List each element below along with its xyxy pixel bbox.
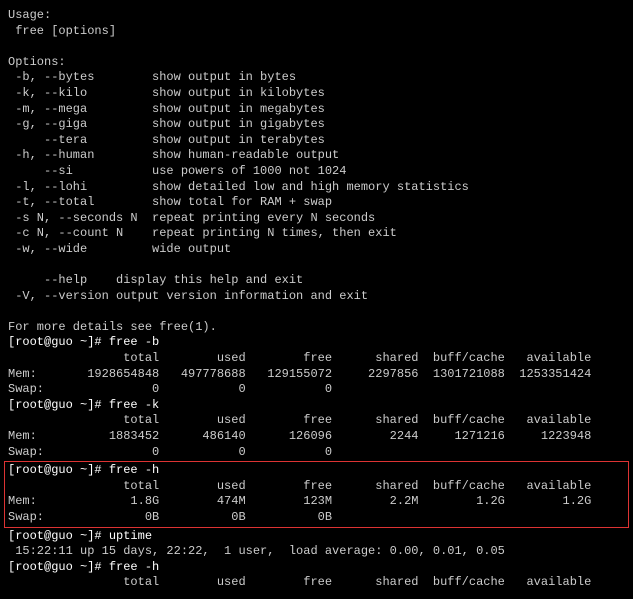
- option-line: -b, --bytes show output in bytes: [8, 70, 625, 86]
- option-line: -w, --wide wide output: [8, 242, 625, 258]
- command: free -h: [109, 560, 159, 574]
- usage-header: Usage:: [8, 8, 625, 24]
- option-line: --help display this help and exit: [8, 273, 625, 289]
- prompt-line[interactable]: [root@guo ~]# uptime: [8, 529, 625, 545]
- prompt-line[interactable]: [root@guo ~]# free -k: [8, 398, 625, 414]
- prompt: [root@guo ~]#: [8, 335, 109, 349]
- table-row: Swap: 0 0 0: [8, 445, 625, 461]
- uptime-output: 15:22:11 up 15 days, 22:22, 1 user, load…: [8, 544, 625, 560]
- option-line: -h, --human show human-readable output: [8, 148, 625, 164]
- table-header: total used free shared buff/cache availa…: [8, 351, 625, 367]
- blank: [8, 258, 625, 274]
- command: free -k: [109, 398, 159, 412]
- option-line: -V, --version output version information…: [8, 289, 625, 305]
- command: free -b: [109, 335, 159, 349]
- option-line: -m, --mega show output in megabytes: [8, 102, 625, 118]
- usage-line: free [options]: [8, 24, 625, 40]
- blank: [8, 304, 625, 320]
- option-line: -g, --giga show output in gigabytes: [8, 117, 625, 133]
- option-line: -c N, --count N repeat printing N times,…: [8, 226, 625, 242]
- highlighted-region: [root@guo ~]# free -h total used free sh…: [4, 461, 629, 527]
- prompt: [root@guo ~]#: [8, 398, 109, 412]
- table-row: Mem: 1.8G 474M 123M 2.2M 1.2G 1.2G: [8, 494, 625, 510]
- option-line: -s N, --seconds N repeat printing every …: [8, 211, 625, 227]
- option-line: -k, --kilo show output in kilobytes: [8, 86, 625, 102]
- footer: For more details see free(1).: [8, 320, 625, 336]
- prompt-line[interactable]: [root@guo ~]# free -h: [8, 463, 625, 479]
- table-header: total used free shared buff/cache availa…: [8, 575, 625, 591]
- table-header: total used free shared buff/cache availa…: [8, 479, 625, 495]
- prompt: [root@guo ~]#: [8, 560, 109, 574]
- blank: [8, 39, 625, 55]
- option-line: -l, --lohi show detailed low and high me…: [8, 180, 625, 196]
- prompt-line[interactable]: [root@guo ~]# free -h: [8, 560, 625, 576]
- table-row: Mem: 1928654848 497778688 129155072 2297…: [8, 367, 625, 383]
- command: free -h: [109, 463, 159, 477]
- options-header: Options:: [8, 55, 625, 71]
- option-line: -t, --total show total for RAM + swap: [8, 195, 625, 211]
- table-row: Swap: 0B 0B 0B: [8, 510, 625, 526]
- table-header: total used free shared buff/cache availa…: [8, 413, 625, 429]
- prompt-line[interactable]: [root@guo ~]# free -b: [8, 335, 625, 351]
- table-row: Mem: 1883452 486140 126096 2244 1271216 …: [8, 429, 625, 445]
- option-line: --si use powers of 1000 not 1024: [8, 164, 625, 180]
- prompt: [root@guo ~]#: [8, 463, 109, 477]
- table-row: Swap: 0 0 0: [8, 382, 625, 398]
- command: uptime: [109, 529, 152, 543]
- prompt: [root@guo ~]#: [8, 529, 109, 543]
- option-line: --tera show output in terabytes: [8, 133, 625, 149]
